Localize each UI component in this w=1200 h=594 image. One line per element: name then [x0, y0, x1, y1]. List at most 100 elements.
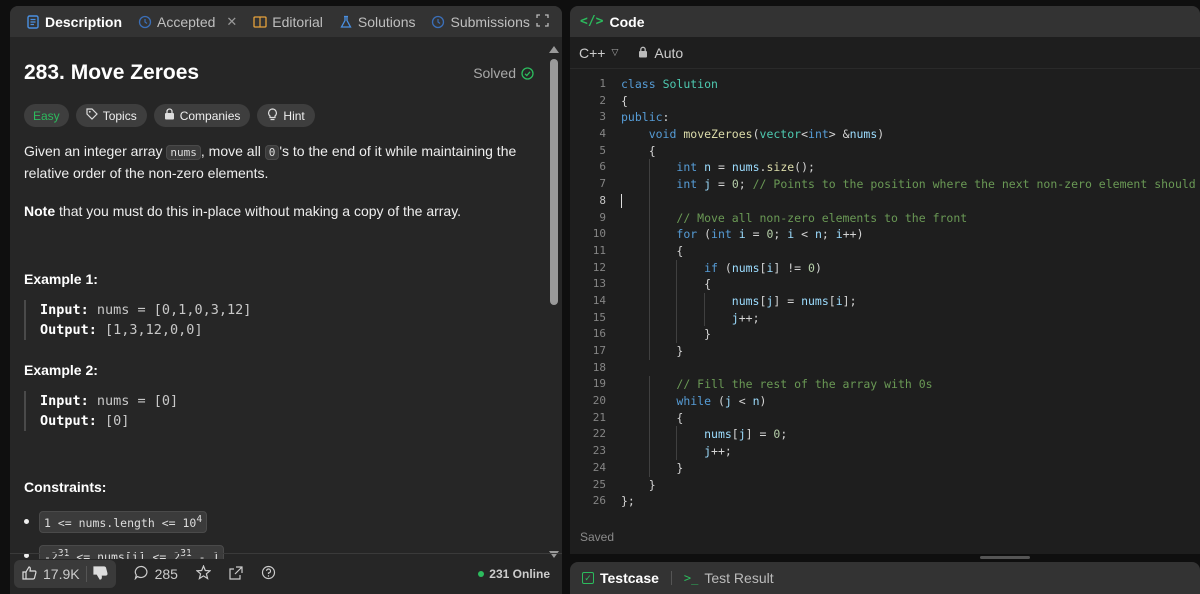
indent-guide [648, 242, 650, 260]
topics-label: Topics [102, 108, 137, 123]
code-text: public: [621, 110, 670, 125]
code-text: { [621, 93, 628, 108]
code-line[interactable]: 6 int n = nums.size(); [570, 159, 1200, 177]
online-status: 231 Online [478, 567, 550, 581]
code-text: while (j < n) [676, 394, 767, 409]
code-line[interactable]: 24 } [570, 459, 1200, 477]
example-input: nums = [0] [88, 393, 179, 409]
code-line[interactable]: 12 if (nums[i] != 0) [570, 259, 1200, 277]
text-cursor [621, 194, 622, 209]
history-icon [431, 15, 445, 29]
code-line[interactable]: 7 int j = 0; // Points to the position w… [570, 176, 1200, 193]
favorite-button[interactable] [195, 564, 212, 583]
comments-button[interactable]: 285 [134, 565, 178, 583]
tab-accepted[interactable]: Accepted ✕ [132, 6, 243, 37]
input-label: Input: [40, 302, 89, 318]
code-line[interactable]: 8 [570, 192, 1200, 210]
indent-guide [703, 292, 705, 310]
line-number: 8 [599, 193, 606, 207]
code-line[interactable]: 20 while (j < n) [570, 393, 1200, 410]
description-scrollbar[interactable] [549, 46, 559, 558]
problem-description: 283. Move Zeroes Solved Easy Topics Comp… [10, 37, 548, 559]
vote-divider [85, 566, 87, 582]
line-number: 14 [592, 293, 606, 307]
code-line[interactable]: 18 [570, 360, 1200, 377]
code-line[interactable]: 11 { [570, 242, 1200, 260]
indent-guide [676, 426, 678, 444]
code-line[interactable]: 21 { [570, 409, 1200, 427]
scroll-up-icon[interactable] [549, 46, 559, 53]
tab-editorial-label: Editorial [272, 13, 323, 30]
code-line[interactable]: 1 class Solution [570, 76, 1200, 93]
tab-description[interactable]: Description [20, 6, 128, 37]
code-line[interactable]: 19 // Fill the rest of the array with 0s [570, 376, 1200, 394]
example-1-block: Input: nums = [0,1,0,3,12] Output: [1,3,… [24, 300, 534, 340]
tab-test-result[interactable]: >_ Test Result [684, 570, 774, 586]
code-line[interactable]: 2{ [570, 93, 1200, 110]
indent-guide [676, 443, 678, 460]
line-number: 5 [599, 143, 606, 157]
tab-description-label: Description [45, 13, 123, 30]
code-text: nums[j] = 0; [704, 427, 788, 442]
code-line[interactable]: 22 nums[j] = 0; [570, 426, 1200, 444]
indent-guide [676, 259, 678, 277]
share-button[interactable] [229, 565, 243, 583]
indent-guide [648, 309, 650, 327]
help-button[interactable] [261, 565, 276, 583]
code-line[interactable]: 23 j++; [570, 443, 1200, 460]
code-text: { [621, 277, 712, 292]
code-line[interactable]: 5 { [570, 143, 1200, 160]
hint-button[interactable]: Hint [257, 104, 315, 127]
maximize-icon[interactable] [536, 13, 549, 30]
code-line[interactable]: 9 // Move all non-zero elements to the f… [570, 209, 1200, 227]
code-line[interactable]: 10 for (int i = 0; i < n; i++) [570, 226, 1200, 243]
code-line[interactable]: 4 void moveZeroes(vector<int> &nums) [570, 126, 1200, 143]
code-line[interactable]: 16 } [570, 326, 1200, 343]
topics-button[interactable]: Topics [75, 104, 147, 127]
code-text: }; [621, 494, 635, 509]
note-text: that you must do this in-place without m… [55, 203, 462, 219]
companies-button[interactable]: Companies [153, 104, 251, 127]
scrollbar-thumb[interactable] [550, 59, 558, 305]
note-label: Note [24, 203, 56, 219]
code-text: // Fill the rest of the array with 0s [676, 377, 933, 392]
comment-icon [134, 565, 149, 583]
code-line[interactable]: 14 nums[j] = nums[i]; [570, 292, 1200, 310]
code-line[interactable]: 26}; [570, 493, 1200, 510]
autocomplete-mode[interactable]: Auto [654, 45, 683, 61]
code-line[interactable]: 17 } [570, 343, 1200, 360]
code-line[interactable]: 13 { [570, 276, 1200, 293]
lightbulb-icon [267, 107, 278, 124]
close-icon[interactable]: ✕ [226, 14, 237, 30]
code-text: } [621, 344, 684, 358]
tab-submissions[interactable]: Submissions [425, 6, 535, 37]
line-number: 22 [592, 427, 606, 441]
indent-guide [703, 309, 705, 327]
indent-guide [648, 393, 650, 410]
code-line[interactable]: 3 public: [570, 109, 1200, 126]
code-text: j++; [731, 310, 760, 325]
tab-testcase[interactable]: ✓ Testcase [582, 570, 659, 586]
comment-count: 285 [154, 566, 178, 582]
code-editor[interactable]: 1 class Solution 2{3 public: 4 void moveZero… [570, 76, 1200, 516]
chevron-down-icon[interactable]: ▽ [611, 47, 618, 58]
thumbs-up-icon[interactable] [22, 565, 37, 583]
code-line[interactable]: 15 j++; [570, 309, 1200, 327]
console-tabs: ✓ Testcase >_ Test Result [570, 562, 1200, 594]
language-select[interactable]: C++ [579, 45, 605, 61]
panel-resize-handle[interactable] [980, 556, 1030, 559]
code-line[interactable]: 25 } [570, 477, 1200, 494]
tab-solutions[interactable]: Solutions [333, 6, 422, 37]
code-panel-title: Code [609, 13, 645, 30]
description-tabs: Description Accepted ✕ Editorial Solutio… [10, 6, 562, 37]
tag-icon [86, 108, 98, 123]
code-text: int j = 0; // Points to the position whe… [676, 177, 1200, 192]
tab-solutions-label: Solutions [357, 13, 416, 30]
thumbs-down-icon[interactable] [92, 565, 108, 583]
code-text: for (int i = 0; i < n; i++) [676, 227, 864, 242]
indent-guide [648, 209, 650, 227]
code-text: j++; [704, 444, 732, 459]
code-text [606, 193, 622, 210]
tab-editorial[interactable]: Editorial [247, 6, 329, 37]
